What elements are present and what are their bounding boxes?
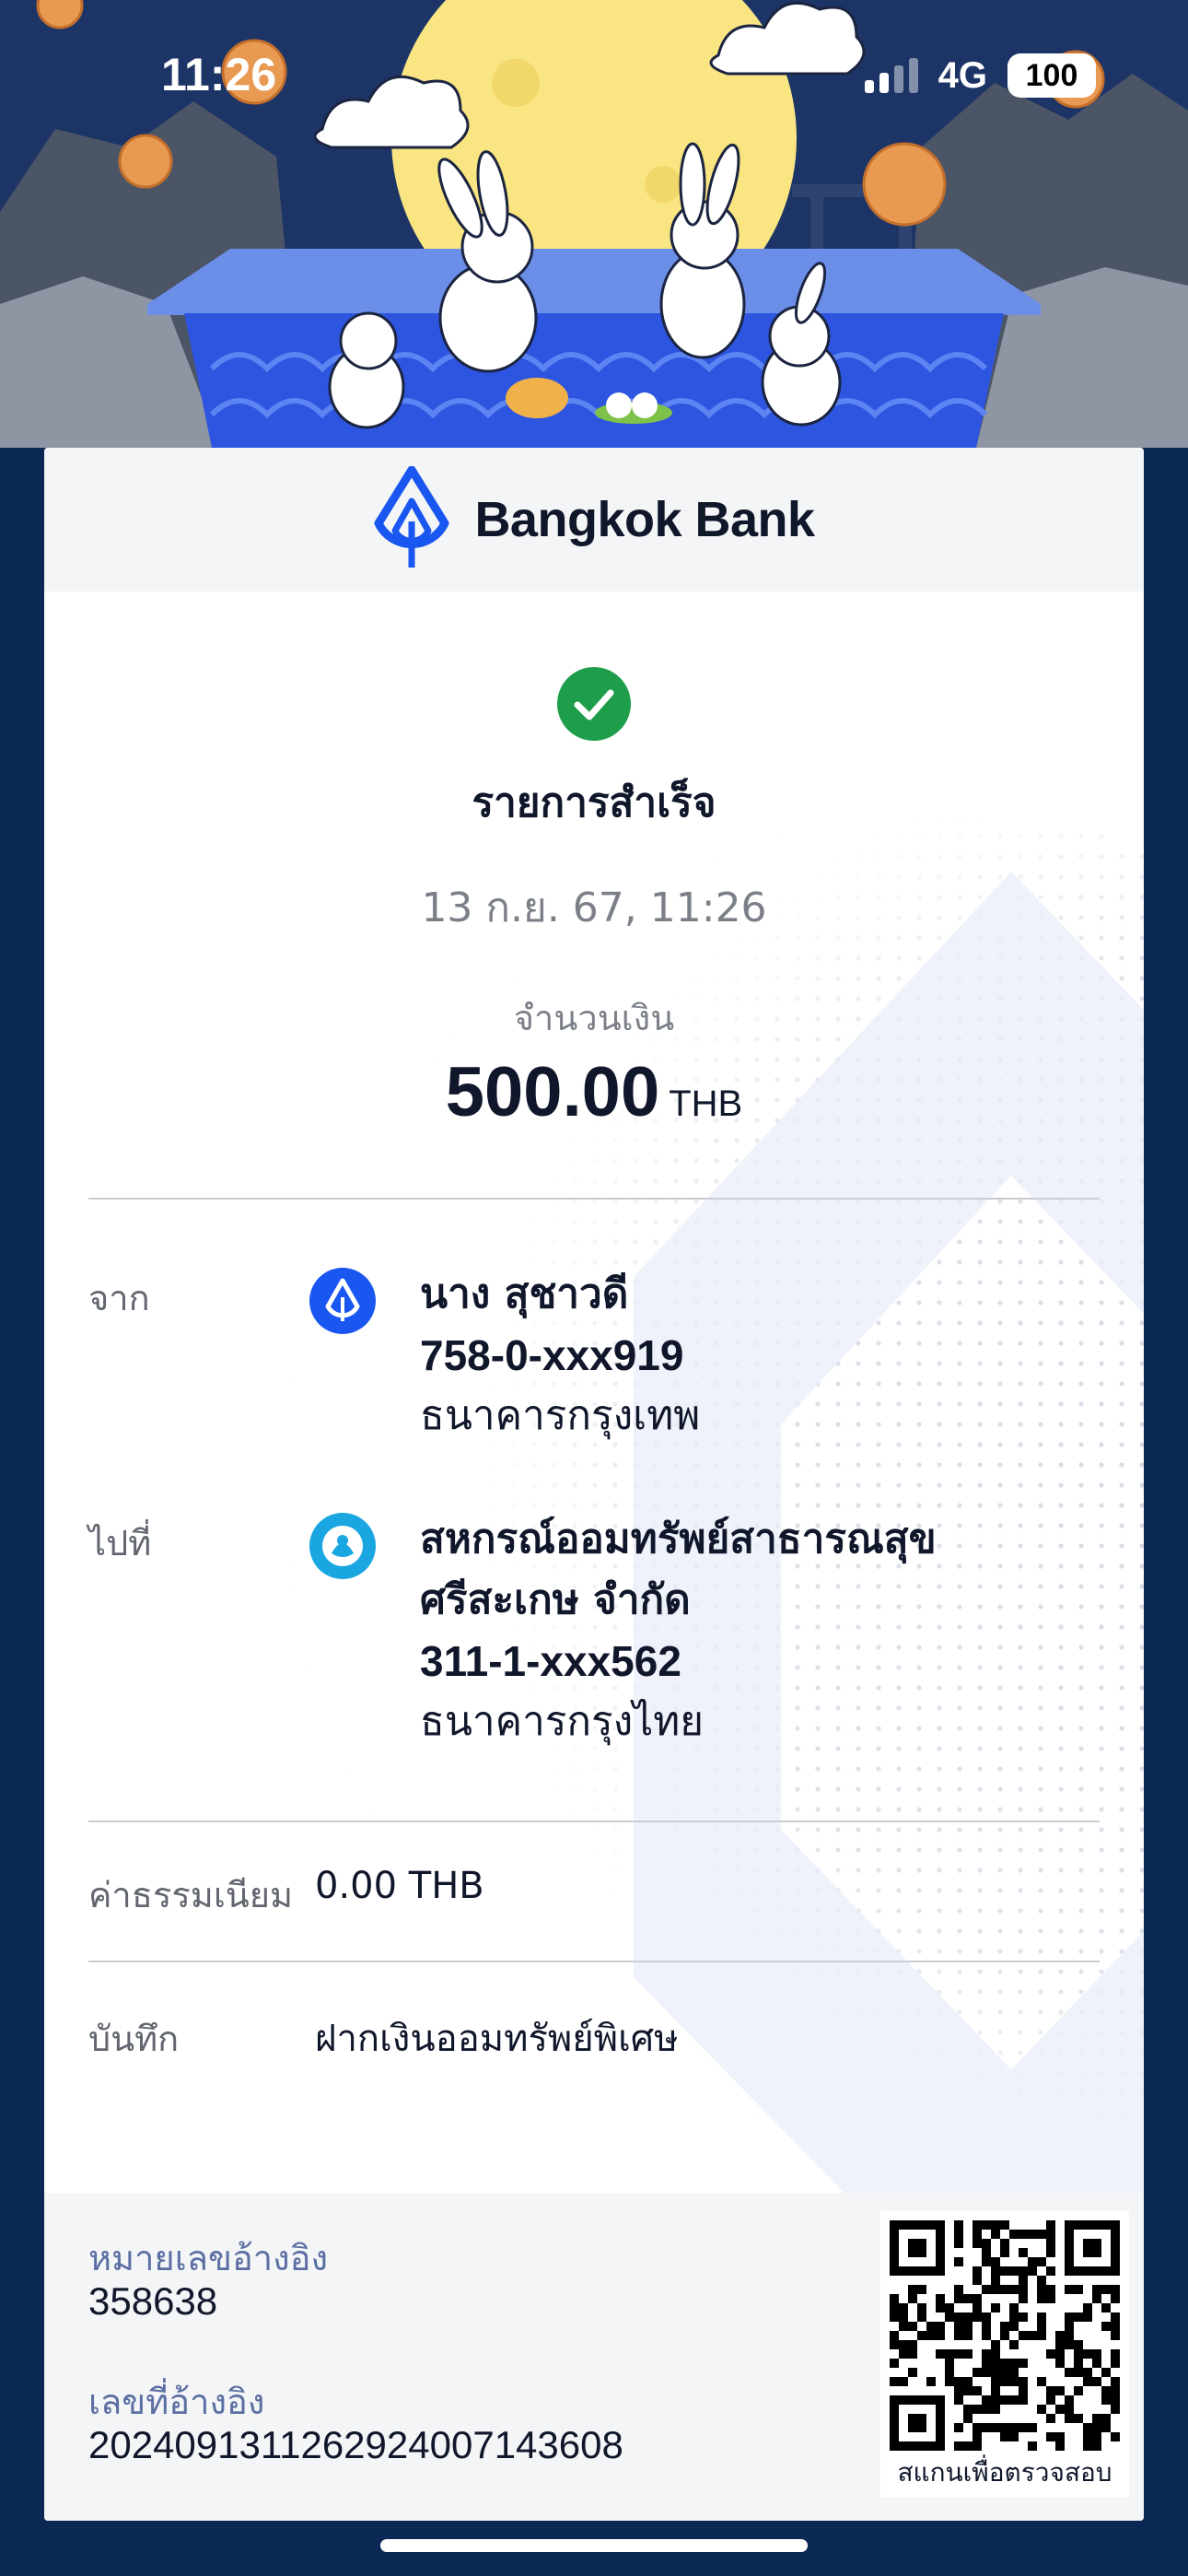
transfer-receipt-card: Bangkok Bank รายการสำเร็จ 13 ก.ย. 67, 11… (44, 448, 1144, 2521)
amount-label: จำนวนเงิน (513, 998, 675, 1038)
success-check-icon (557, 667, 631, 741)
divider (88, 1198, 1100, 1200)
amount-currency: THB (669, 1083, 743, 1124)
fee-label: ค่าธรรมเนียม (88, 1875, 294, 1915)
note-label: บันทึก (88, 2019, 180, 2059)
recipient-account: 311-1-xxx562 (420, 1637, 681, 1685)
fee-value: 0.00 THB (315, 1865, 484, 1907)
recipient-name-line1: สหกรณ์ออมทรัพย์สาธารณสุข (420, 1516, 937, 1563)
amount-display: 500.00 THB (44, 1052, 1144, 1132)
battery-icon: 100 (1007, 53, 1096, 98)
reference-number-label: หมายเลขอ้างอิง (88, 2238, 329, 2278)
home-indicator[interactable] (380, 2539, 808, 2552)
divider (88, 1821, 1100, 1822)
sender-details: นาง สุชาวดี 758-0-xxx919 ธนาคารกรุงเทพ (420, 1264, 1065, 1446)
bangkok-bank-logo-icon (374, 466, 449, 568)
sender-name: นาง สุชาวดี (420, 1270, 629, 1317)
reference-id-value: 2024091311262924007143608 (88, 2423, 623, 2466)
network-type: 4G (938, 54, 987, 96)
cellular-signal-icon (864, 58, 918, 93)
divider (88, 1961, 1100, 1962)
receipt-header: Bangkok Bank (44, 448, 1144, 591)
qr-code-icon (890, 2220, 1120, 2451)
amount-value: 500.00 (445, 1053, 660, 1131)
to-label: ไปที่ (88, 1523, 152, 1563)
transaction-status: รายการสำเร็จ (472, 779, 716, 826)
reference-number-value: 358638 (88, 2279, 218, 2323)
reference-panel: หมายเลขอ้างอิง 358638 เลขที่อ้างอิง 2024… (44, 2193, 1144, 2521)
transaction-datetime: 13 ก.ย. 67, 11:26 (421, 884, 767, 931)
krungthai-bank-logo-icon (309, 1513, 376, 1579)
status-bar-time: 11:26 (161, 49, 277, 100)
qr-caption: สแกนเพื่อตรวจสอบ (897, 2457, 1112, 2488)
verification-qr-code[interactable]: สแกนเพื่อตรวจสอบ (880, 2211, 1129, 2497)
sender-account: 758-0-xxx919 (420, 1331, 684, 1379)
sender-bank: ธนาคารกรุงเทพ (420, 1392, 701, 1439)
recipient-details: สหกรณ์ออมทรัพย์สาธารณสุข ศรีสะเกษ จำกัด … (420, 1509, 1065, 1752)
recipient-name-line2: ศรีสะเกษ จำกัด (420, 1576, 691, 1623)
recipient-bank: ธนาคารกรุงไทย (420, 1698, 705, 1745)
reference-id-label: เลขที่อ้างอิง (88, 2382, 265, 2422)
bangkok-bank-logo-icon (309, 1268, 376, 1334)
note-value: ฝากเงินออมทรัพย์พิเศษ (315, 2018, 679, 2060)
from-label: จาก (88, 1278, 150, 1318)
brand-name: Bangkok Bank (474, 492, 815, 547)
festival-banner: 11:26 4G 100 (0, 0, 1188, 448)
status-bar-indicators: 4G 100 (864, 53, 1096, 98)
